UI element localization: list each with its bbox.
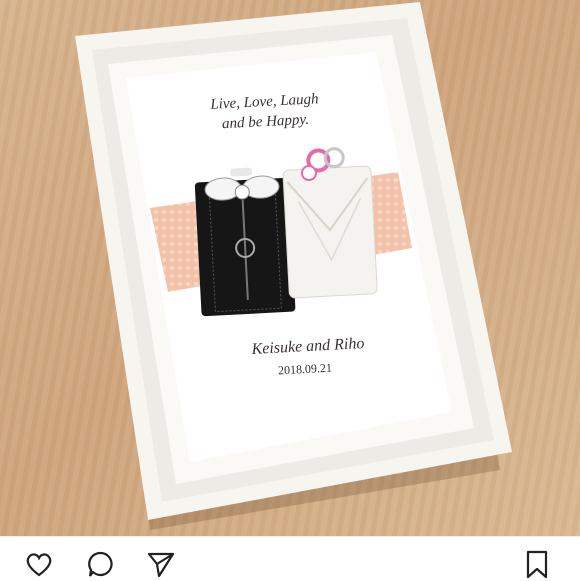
- photo-frame-illustration: [75, 2, 512, 530]
- white-charm: [282, 147, 378, 299]
- card-tagline: Live, Love, Laugh and be Happy.: [189, 88, 341, 136]
- heart-icon[interactable]: [24, 549, 54, 579]
- bookmark-icon[interactable]: [522, 549, 552, 579]
- black-charm: [194, 167, 296, 317]
- comment-icon[interactable]: [86, 549, 116, 579]
- send-icon[interactable]: [146, 549, 176, 579]
- post-action-bar: [0, 536, 580, 581]
- post-photo[interactable]: Live, Love, Laugh and be Happy. Keisuke …: [0, 0, 580, 536]
